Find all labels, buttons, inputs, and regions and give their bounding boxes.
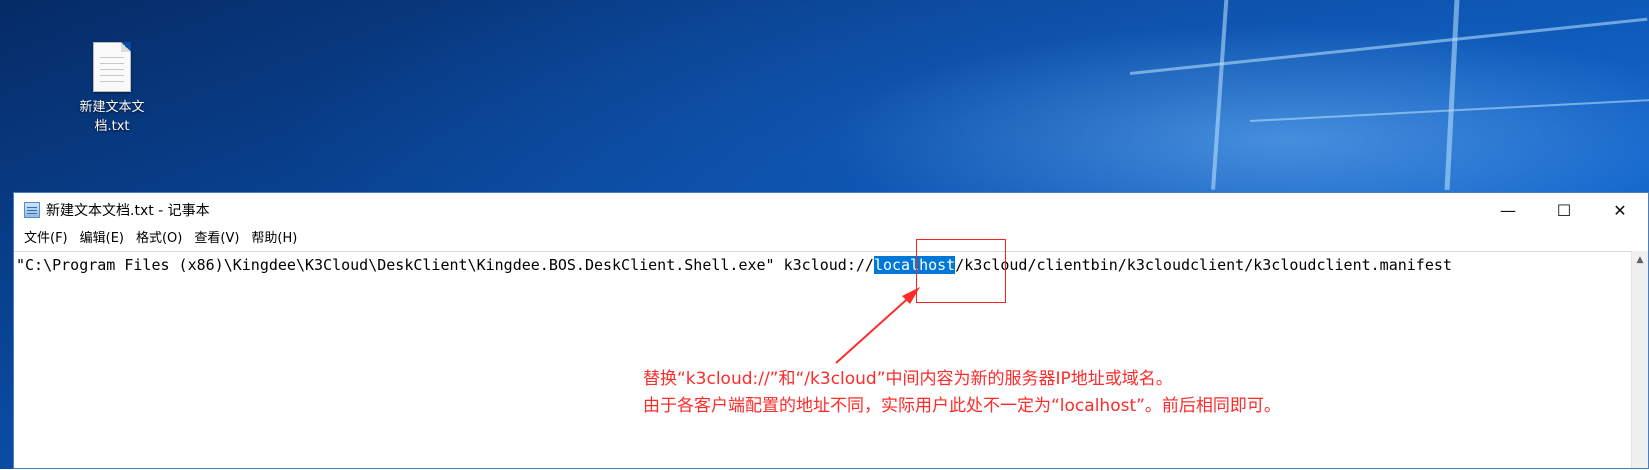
light-ray — [1211, 0, 1229, 190]
annotation-arrow — [835, 287, 920, 364]
notepad-window: 新建文本文档.txt - 记事本 — ☐ ✕ 文件(F) 编辑(E) 格式(O)… — [13, 192, 1649, 469]
annotation-line-2: 由于各客户端配置的地址不同，实际用户此处不一定为“localhost”。前后相同… — [643, 396, 1281, 416]
light-ray — [1444, 0, 1460, 190]
annotation-line-1: 替换“k3cloud://”和“/k3cloud”中间内容为新的服务器IP地址或… — [643, 369, 1173, 389]
annotation-text: 替换“k3cloud://”和“/k3cloud”中间内容为新的服务器IP地址或… — [643, 366, 1281, 420]
desktop-file-icon[interactable]: 新建文本文档.txt — [64, 42, 160, 136]
desktop-file-label: 新建文本文档.txt — [79, 100, 145, 134]
text-file-icon — [93, 42, 131, 92]
light-ray — [1130, 17, 1648, 75]
